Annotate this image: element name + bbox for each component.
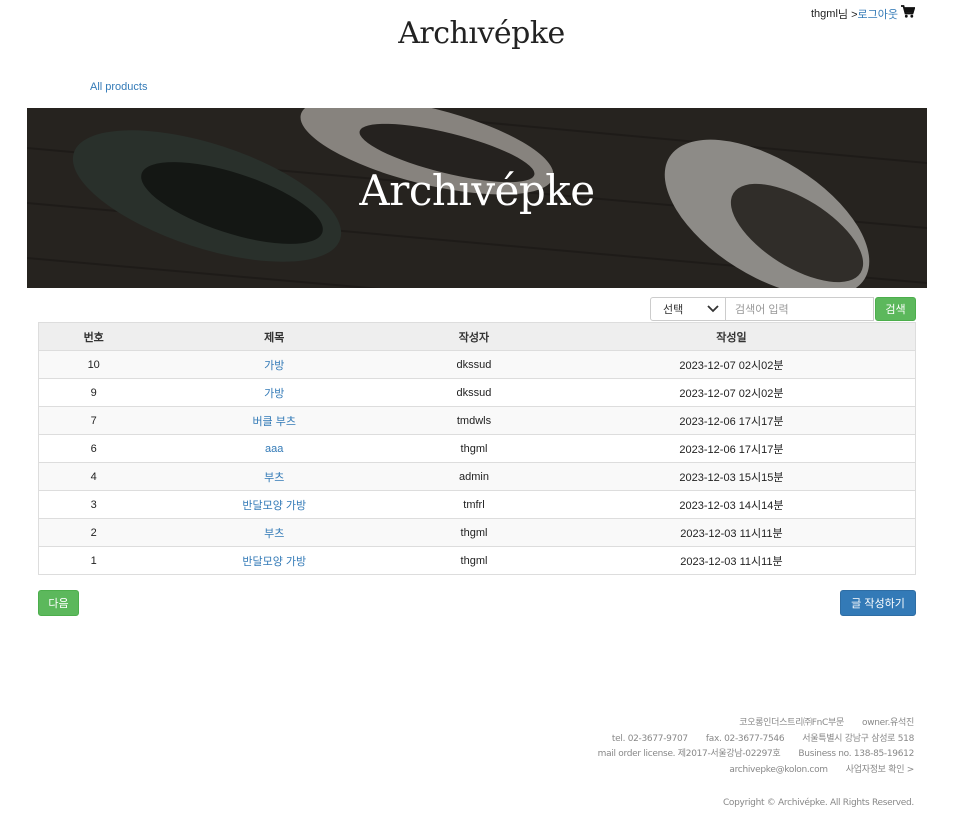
search-button[interactable]: 검색 (875, 297, 916, 321)
row-no: 7 (38, 406, 149, 435)
chevron-down-icon (707, 305, 719, 313)
row-no: 9 (38, 378, 149, 407)
row-writer: thgml (400, 546, 548, 575)
search-type-select[interactable]: 선택 (650, 297, 726, 321)
row-date: 2023-12-06 17시17분 (547, 434, 916, 463)
write-post-button[interactable]: 글 작성하기 (840, 590, 916, 616)
table-header-row: 번호 제목 작성자 작성일 (38, 322, 916, 351)
banner-title: Archıvépke (359, 166, 595, 215)
site-footer: 코오롱인더스트리㈜FnC부문 owner.유석진 tel. 02-3677-970… (597, 716, 915, 812)
table-row: 7 버클 부츠 tmdwls 2023-12-06 17시17분 (38, 406, 916, 435)
footer-line-3: mail order license. 제2017-서울강남-02297호 Bus… (597, 747, 915, 763)
row-writer: thgml (400, 434, 548, 463)
table-row: 4 부츠 admin 2023-12-03 15시15분 (38, 462, 916, 491)
row-date: 2023-12-03 15시15분 (547, 462, 916, 491)
row-date: 2023-12-06 17시17분 (547, 406, 916, 435)
row-writer: dkssud (400, 350, 548, 379)
search-bar: 선택 검색어 입력 검색 (650, 297, 916, 321)
nav-all-products[interactable]: All products (90, 81, 147, 93)
footer-license: mail order license. 제2017-서울강남-02297호 (597, 749, 781, 759)
row-title-link[interactable]: 가방 (264, 388, 284, 400)
header-date: 작성일 (547, 322, 916, 351)
table-row: 1 반달모양 가방 thgml 2023-12-03 11시11분 (38, 546, 916, 575)
row-no: 2 (38, 518, 149, 547)
row-date: 2023-12-07 02시02분 (547, 378, 916, 407)
footer-owner: owner.유석진 (862, 718, 914, 728)
footer-email[interactable]: archivepke@kolon.com (729, 765, 828, 775)
footer-address: 서울특별시 강남구 삼성로 518 (802, 733, 914, 744)
footer-company: 코오롱인더스트리㈜FnC부문 (739, 718, 845, 728)
row-date: 2023-12-07 02시02분 (547, 350, 916, 379)
table-row: 9 가방 dkssud 2023-12-07 02시02분 (38, 378, 916, 407)
row-title-link[interactable]: 버클 부츠 (252, 416, 296, 428)
row-no: 1 (38, 546, 149, 575)
row-date: 2023-12-03 11시11분 (547, 518, 916, 547)
header-title: 제목 (148, 322, 401, 351)
row-date: 2023-12-03 11시11분 (547, 546, 916, 575)
cart-icon[interactable] (901, 4, 916, 18)
row-date: 2023-12-03 14시14분 (547, 490, 916, 519)
row-writer: tmfrl (400, 490, 548, 519)
table-row: 10 가방 dkssud 2023-12-07 02시02분 (38, 350, 916, 379)
footer-copyright: Copyright © Archivépke. All Rights Reser… (722, 798, 914, 808)
row-no: 3 (38, 490, 149, 519)
table-row: 6 aaa thgml 2023-12-06 17시17분 (38, 434, 916, 463)
row-title-link[interactable]: 가방 (264, 360, 284, 372)
footer-business-info-link[interactable]: 사업자정보 확인 > (846, 765, 915, 775)
row-writer: admin (400, 462, 548, 491)
row-writer: dkssud (400, 378, 548, 407)
row-writer: tmdwls (400, 406, 548, 435)
footer-fax: fax. 02-3677-7546 (705, 733, 785, 744)
row-title-link[interactable]: 부츠 (264, 472, 284, 484)
next-page-button[interactable]: 다음 (38, 590, 79, 616)
footer-line-1: 코오롱인더스트리㈜FnC부문 owner.유석진 (598, 716, 914, 732)
footer-line-4: archivepke@kolon.com 사업자정보 확인 > (598, 763, 914, 779)
row-title-link[interactable]: aaa (265, 443, 283, 455)
table-row: 2 부츠 thgml 2023-12-03 11시11분 (38, 518, 916, 547)
logout-link[interactable]: 로그아웃 (858, 6, 898, 22)
row-no: 6 (38, 434, 149, 463)
header-writer: 작성자 (400, 322, 548, 351)
row-title-link[interactable]: 반달모양 가방 (242, 556, 306, 568)
header-no: 번호 (38, 322, 149, 351)
board-table: 번호 제목 작성자 작성일 10 가방 dkssud 2023-12-07 02… (38, 322, 916, 575)
user-bar: thgml 님 > 로그아웃 (811, 4, 916, 22)
user-name: thgml (811, 8, 838, 20)
footer-business-no: Business no. 138-85-19612 (798, 749, 914, 759)
footer-line-2: tel. 02-3677-9707 fax. 02-3677-7546 서울특별시 … (598, 732, 914, 748)
row-no: 4 (38, 462, 149, 491)
search-type-value: 선택 (663, 304, 684, 316)
row-writer: thgml (400, 518, 548, 547)
hero-banner: Archıvépke (27, 108, 927, 288)
user-suffix: 님 > (837, 9, 858, 21)
row-title-link[interactable]: 부츠 (264, 528, 284, 540)
row-title-link[interactable]: 반달모양 가방 (242, 500, 306, 512)
table-row: 3 반달모양 가방 tmfrl 2023-12-03 14시14분 (38, 490, 916, 519)
row-no: 10 (38, 350, 149, 379)
footer-tel: tel. 02-3677-9707 (611, 733, 688, 744)
search-input[interactable]: 검색어 입력 (726, 297, 874, 321)
